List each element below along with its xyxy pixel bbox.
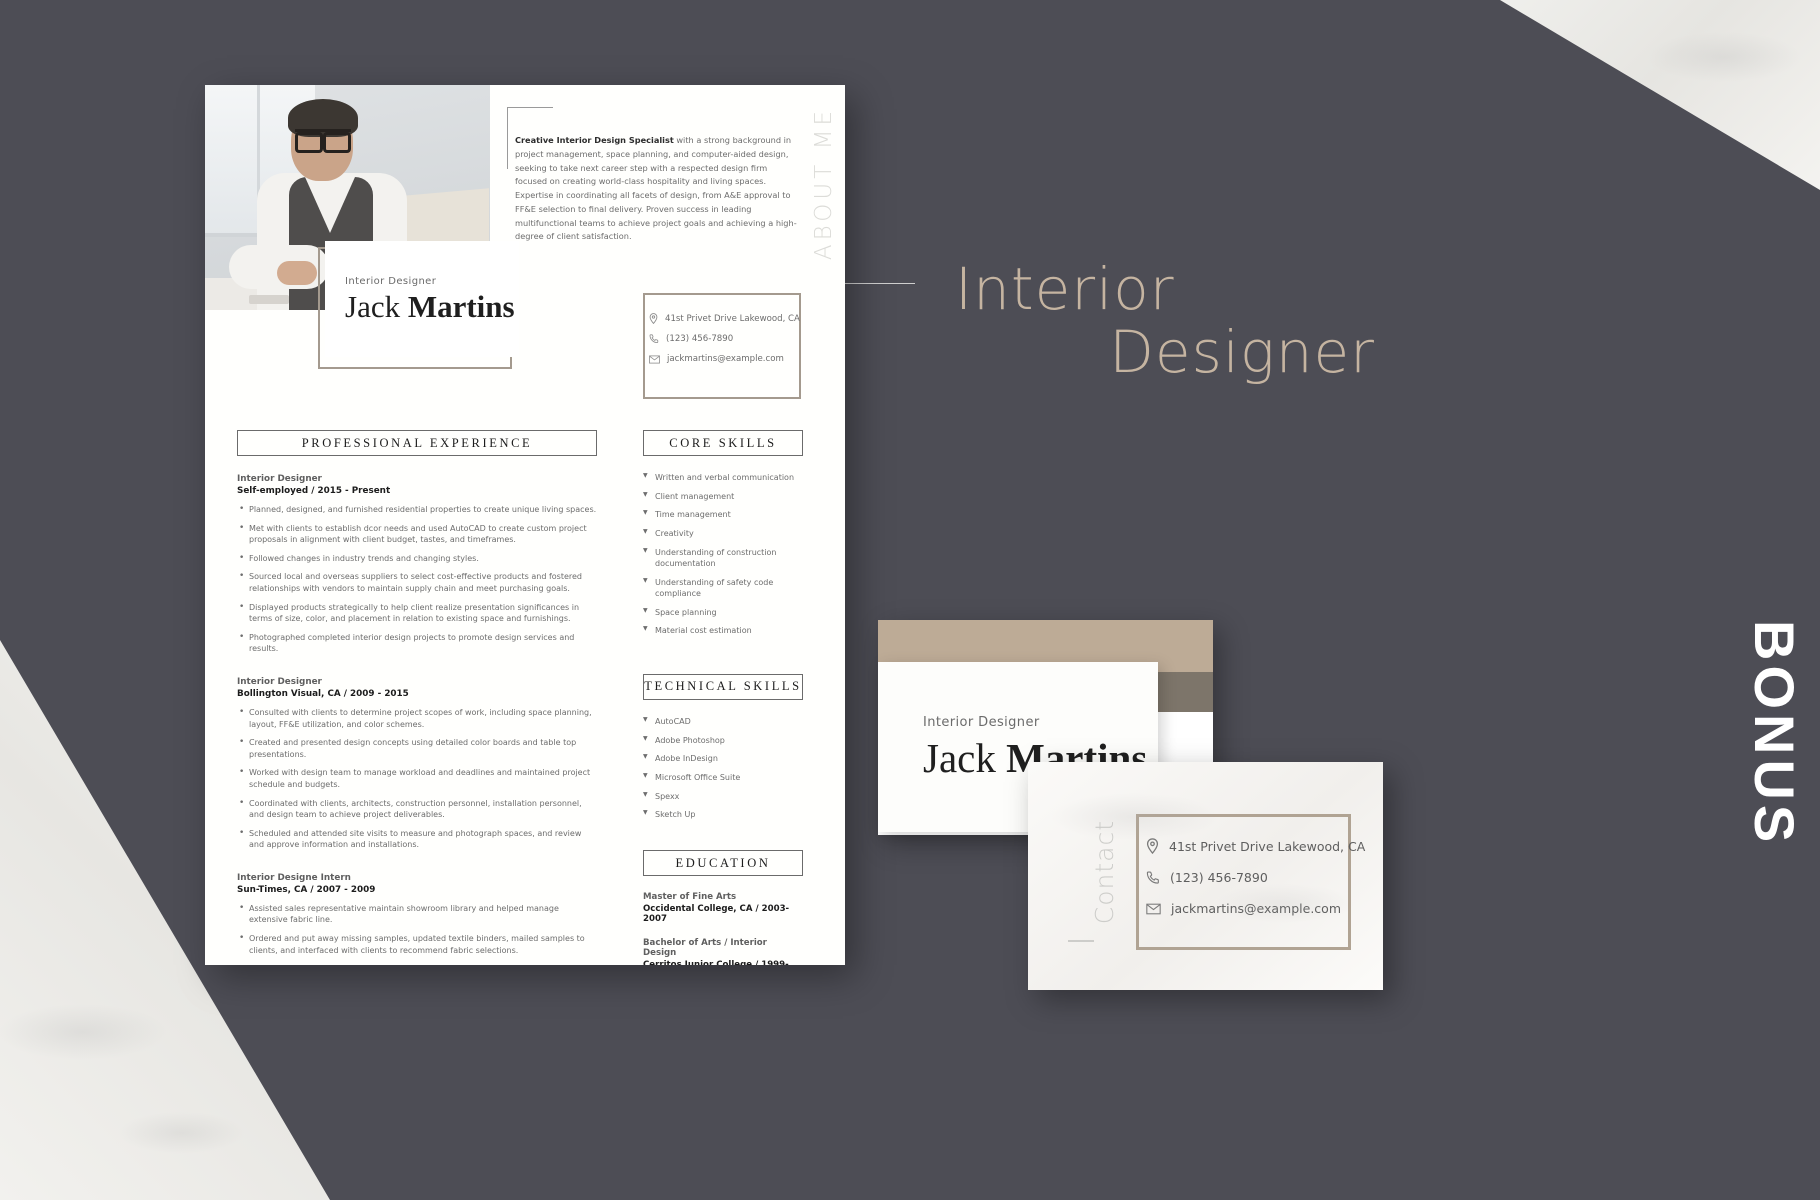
phone-icon (1146, 871, 1159, 884)
job-entry: Interior Designe Intern Sun-Times, CA / … (237, 873, 597, 965)
business-card-contact-label: Contact (1090, 820, 1119, 925)
contact-address-row: 41st Privet Drive Lakewood, CA (649, 313, 829, 324)
job-entry: Interior Designer Self-employed / 2015 -… (237, 474, 597, 655)
education-school: Cerritos Junior College / 1999-2003 (643, 960, 789, 965)
education-list: Master of Fine Arts Occidental College, … (643, 892, 803, 965)
email-icon (1146, 903, 1161, 914)
job-bullet: Followed changes in industry trends and … (237, 552, 597, 565)
job-bullets: Assisted sales representative maintain s… (237, 902, 597, 965)
section-header-core-skills: CORE SKILLS (643, 430, 803, 456)
job-bullet: Displayed products strategically to help… (237, 601, 597, 625)
job-bullets: Planned, designed, and furnished residen… (237, 503, 597, 655)
name-card: Interior Designer Jack Martins (325, 241, 519, 357)
job-bullet: Planned, designed, and furnished residen… (237, 503, 597, 516)
phone-icon (649, 334, 659, 344)
core-skill-item: Material cost estimation (643, 625, 803, 636)
technical-skill-item: Adobe InDesign (643, 753, 803, 764)
business-card-contact-list: 41st Privet Drive Lakewood, CA (123) 456… (1146, 838, 1383, 932)
core-skills-list: Written and verbal communication Client … (643, 472, 803, 636)
resume-page: ABOUT ME Creative Interior Design Specia… (205, 85, 845, 965)
core-skill-item: Space planning (643, 607, 803, 618)
core-skill-item: Creativity (643, 528, 803, 539)
core-skill-item: Written and verbal communication (643, 472, 803, 483)
job-meta: Bollington Visual, CA / 2009 - 2015 (237, 688, 409, 699)
experience-column: PROFESSIONAL EXPERIENCE Interior Designe… (237, 430, 597, 965)
contact-phone: (123) 456-7890 (666, 334, 734, 344)
technical-skill-item: Adobe Photoshop (643, 735, 803, 746)
job-title: Interior Designe Intern (237, 872, 351, 883)
core-skill-item: Time management (643, 509, 803, 520)
job-bullet: Scheduled and attended site visits to me… (237, 827, 597, 851)
business-card-address: 41st Privet Drive Lakewood, CA (1169, 838, 1366, 854)
business-card-email: jackmartins@example.com (1171, 901, 1342, 916)
technical-skill-item: AutoCAD (643, 716, 803, 727)
education-item: Bachelor of Arts / Interior Design Cerri… (643, 938, 803, 965)
business-card-first-name: Jack (923, 735, 1007, 781)
technical-skill-item: Microsoft Office Suite (643, 772, 803, 783)
job-bullets: Consulted with clients to determine proj… (237, 706, 597, 851)
education-item: Master of Fine Arts Occidental College, … (643, 892, 803, 924)
location-pin-icon (1146, 838, 1159, 854)
last-name: Martins (407, 289, 515, 324)
job-bullet: Coordinated with clients, architects, co… (237, 796, 597, 821)
headline-line-2: Designer (1109, 317, 1375, 386)
about-lead: Creative Interior Design Specialist (515, 135, 674, 145)
job-entry: Interior Designer Bollington Visual, CA … (237, 677, 597, 851)
about-paragraph: Creative Interior Design Specialist with… (515, 134, 797, 244)
skills-education-column: CORE SKILLS Written and verbal communica… (643, 430, 803, 965)
headline-line-1: Interior (955, 255, 1175, 323)
core-skill-item: Client management (643, 491, 803, 502)
education-school: Occidental College, CA / 2003-2007 (643, 904, 790, 924)
business-card-back: Contact 41st Privet Drive Lakewood, CA (… (1028, 762, 1383, 990)
technical-skill-item: Spexx (643, 791, 803, 802)
job-bullet: Ordered and put away missing samples, up… (237, 932, 597, 956)
job-meta: Sun-Times, CA / 2007 - 2009 (237, 884, 376, 895)
headline: Interior Designer (955, 258, 1375, 383)
education-degree: Bachelor of Arts / Interior Design (643, 938, 767, 958)
business-card-phone-row: (123) 456-7890 (1146, 870, 1383, 885)
email-icon (649, 354, 660, 363)
location-pin-icon (649, 313, 658, 324)
job-bullet: Created and presented design concepts us… (237, 736, 597, 760)
job-bullet: Worked with design team to manage worklo… (237, 766, 597, 790)
about-me-vertical-label: ABOUT ME (811, 107, 837, 261)
job-bullet: Consulted with clients to determine proj… (237, 706, 597, 730)
contact-phone-row: (123) 456-7890 (649, 334, 829, 344)
contact-list: 41st Privet Drive Lakewood, CA (123) 456… (649, 313, 829, 374)
about-body: with a strong background in project mana… (515, 135, 797, 242)
business-card-tick (1068, 940, 1094, 942)
business-card-address-row: 41st Privet Drive Lakewood, CA (1146, 838, 1383, 854)
name-card-role: Interior Designer (345, 276, 437, 287)
job-meta: Self-employed / 2015 - Present (237, 486, 391, 496)
job-bullet: Sourced local and overseas suppliers to … (237, 570, 597, 594)
job-bullet: Met with clients to establish dcor needs… (237, 522, 597, 546)
business-card-back-frame (1136, 814, 1351, 950)
contact-email: jackmartins@example.com (667, 354, 784, 364)
name-card-name: Jack Martins (345, 291, 519, 322)
business-card-phone: (123) 456-7890 (1170, 870, 1268, 885)
technical-skills-list: AutoCAD Adobe Photoshop Adobe InDesign M… (643, 716, 803, 821)
business-card-role: Interior Designer (923, 715, 1040, 730)
job-title: Interior Designer (237, 474, 322, 484)
education-degree: Master of Fine Arts (643, 892, 737, 902)
section-header-technical-skills: TECHNICAL SKILLS (643, 673, 803, 700)
bonus-label: BONUS (1743, 620, 1806, 848)
job-bullet: Assisted sales representative maintain s… (237, 902, 597, 926)
business-card-email-row: jackmartins@example.com (1146, 901, 1383, 916)
section-header-experience: PROFESSIONAL EXPERIENCE (237, 430, 597, 456)
section-header-education: EDUCATION (643, 850, 803, 876)
contact-email-row: jackmartins@example.com (649, 354, 829, 364)
contact-address: 41st Privet Drive Lakewood, CA (665, 313, 800, 324)
core-skill-item: Understanding of construction documentat… (643, 547, 803, 569)
job-bullet: Attended client appointments to observe … (237, 962, 597, 965)
job-title: Interior Designer (237, 676, 322, 687)
first-name: Jack (345, 289, 408, 324)
core-skill-item: Understanding of safety code compliance (643, 577, 803, 599)
technical-skill-item: Sketch Up (643, 809, 803, 820)
job-bullet: Photographed completed interior design p… (237, 631, 597, 655)
